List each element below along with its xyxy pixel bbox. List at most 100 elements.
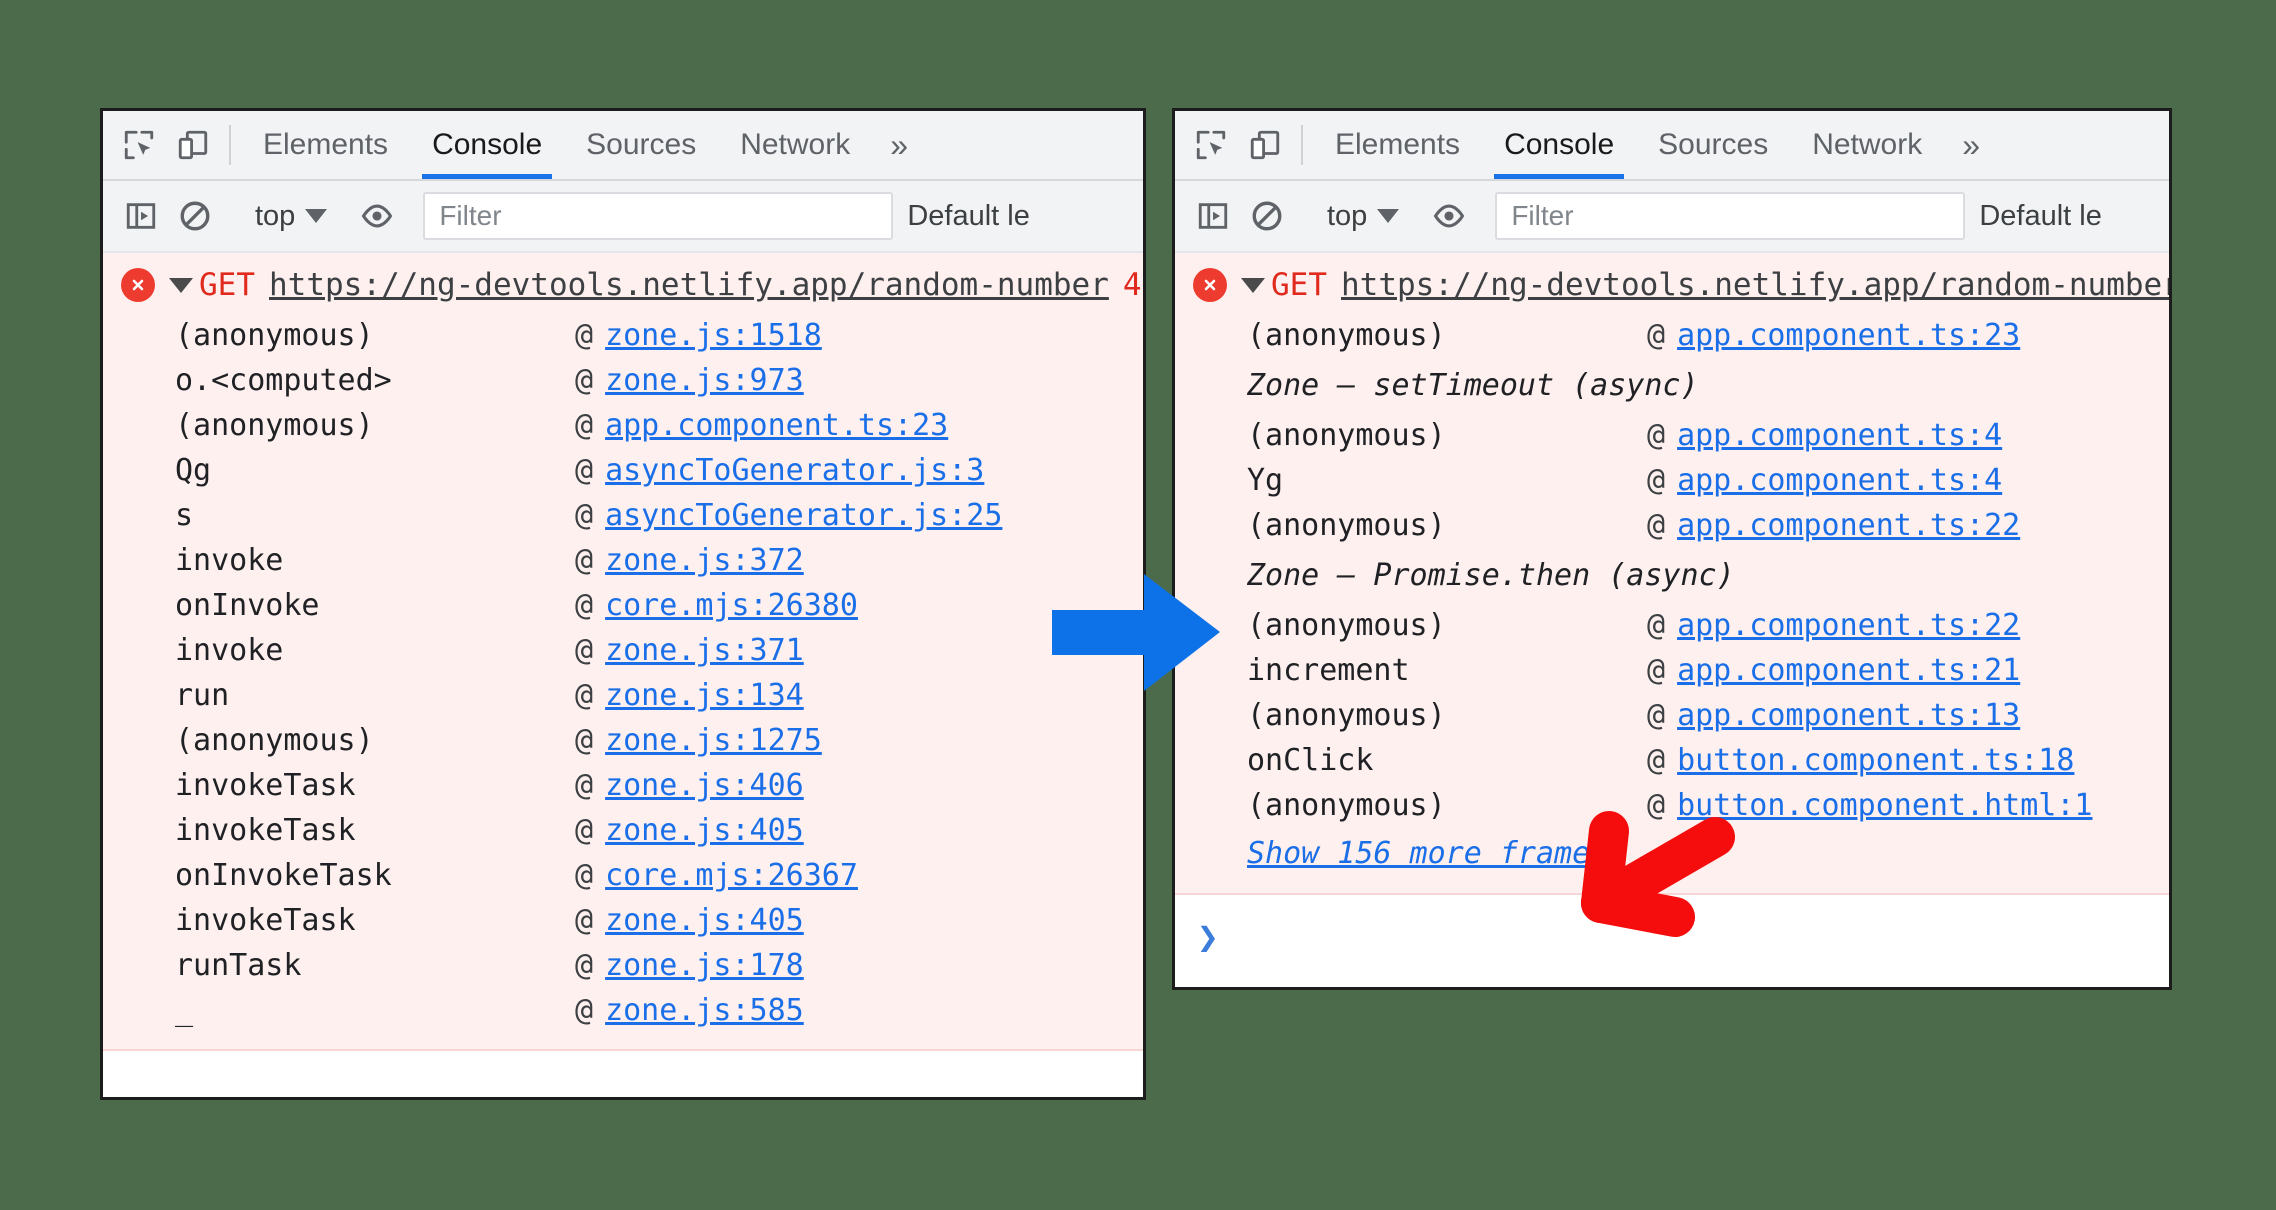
stack-frame: (anonymous) @ zone.js:1518	[103, 313, 1143, 358]
disclosure-triangle-icon[interactable]	[169, 277, 193, 293]
frame-source-link[interactable]: zone.js:1518	[605, 318, 822, 353]
frame-source-link[interactable]: zone.js:585	[605, 993, 804, 1028]
filter-input[interactable]: Filter	[1495, 192, 1966, 240]
frame-source-link[interactable]: app.component.ts:22	[1677, 508, 2020, 543]
stack-frame: invokeTask @ zone.js:405	[103, 808, 1143, 853]
frame-source-link[interactable]: zone.js:405	[605, 813, 804, 848]
filter-placeholder: Filter	[439, 200, 502, 231]
tab-elements[interactable]: Elements	[1313, 111, 1482, 179]
frame-at-separator: @	[1647, 418, 1666, 453]
status-code: 404	[1122, 267, 1143, 303]
show-more-frames-row: Show 156 more frames	[1175, 828, 2169, 877]
frame-at-separator: @	[1647, 318, 1666, 353]
filter-input[interactable]: Filter	[423, 192, 894, 240]
show-console-sidebar-icon[interactable]	[1191, 194, 1235, 238]
device-toolbar-icon[interactable]	[1245, 125, 1285, 165]
console-filterbar-right: top Filter Default le	[1175, 181, 2169, 253]
panel-content-right: Elements Console Sources Network » top F…	[1175, 111, 2169, 979]
frame-function-name: invokeTask	[175, 903, 356, 938]
tab-network[interactable]: Network	[718, 111, 872, 179]
frame-source-link[interactable]: asyncToGenerator.js:3	[605, 453, 984, 488]
frame-at-separator: @	[575, 678, 594, 713]
frame-at-separator: @	[1647, 698, 1666, 733]
stack-frame: runTask @ zone.js:178	[103, 943, 1143, 988]
frame-source-link[interactable]: zone.js:178	[605, 948, 804, 983]
panel-content-left: Elements Console Sources Network » top F…	[103, 111, 1143, 1051]
frame-source-link[interactable]: button.component.ts:18	[1677, 743, 2074, 778]
frame-source-link[interactable]: app.component.ts:13	[1677, 698, 2020, 733]
frame-source-link[interactable]: app.component.ts:4	[1677, 418, 2002, 453]
frame-source-link[interactable]: zone.js:372	[605, 543, 804, 578]
stack-frame: run @ zone.js:134	[103, 673, 1143, 718]
stack-frame: increment @ app.component.ts:21	[1175, 648, 2169, 693]
frame-function-name: onClick	[1247, 743, 1374, 778]
tabbar-icon-group	[103, 111, 219, 179]
frame-source-link[interactable]: zone.js:973	[605, 363, 804, 398]
frame-source-link[interactable]: app.component.ts:21	[1677, 653, 2020, 688]
frame-source-link[interactable]: app.component.ts:4	[1677, 463, 2002, 498]
frame-source-link[interactable]: zone.js:371	[605, 633, 804, 668]
frame-source-link[interactable]: asyncToGenerator.js:25	[605, 498, 1002, 533]
tab-elements[interactable]: Elements	[241, 111, 410, 179]
error-header-left[interactable]: GET https://ng-devtools.netlify.app/rand…	[103, 253, 1143, 313]
frame-function-name: (anonymous)	[1247, 318, 1446, 353]
tab-console[interactable]: Console	[410, 111, 564, 179]
tab-console[interactable]: Console	[1482, 111, 1636, 179]
devtools-tabbar-right: Elements Console Sources Network »	[1175, 111, 2169, 181]
inspect-element-icon[interactable]	[119, 125, 159, 165]
log-level-selector[interactable]: Default le	[1979, 200, 2102, 233]
frame-source-link[interactable]: zone.js:134	[605, 678, 804, 713]
inspect-element-icon[interactable]	[1191, 125, 1231, 165]
frame-function-name: (anonymous)	[175, 318, 374, 353]
frame-source-link[interactable]: app.component.ts:23	[605, 408, 948, 443]
frame-source-link[interactable]: zone.js:406	[605, 768, 804, 803]
tabbar-divider	[1301, 125, 1303, 165]
frame-at-separator: @	[575, 633, 594, 668]
execution-context-label: top	[1327, 199, 1368, 232]
more-tabs-icon[interactable]: »	[1944, 111, 1998, 179]
frame-source-link[interactable]: zone.js:1275	[605, 723, 822, 758]
frame-function-name: (anonymous)	[1247, 418, 1446, 453]
filter-placeholder: Filter	[1511, 200, 1574, 231]
log-level-selector[interactable]: Default le	[907, 200, 1030, 233]
frame-source-link[interactable]: core.mjs:26380	[605, 588, 858, 623]
frame-function-name: invoke	[175, 543, 284, 578]
show-console-sidebar-icon[interactable]	[119, 194, 163, 238]
frame-source-link[interactable]: app.component.ts:23	[1677, 318, 2020, 353]
live-expression-icon[interactable]	[1427, 194, 1471, 238]
tab-network[interactable]: Network	[1790, 111, 1944, 179]
clear-console-icon[interactable]	[1245, 194, 1289, 238]
frame-at-separator: @	[575, 993, 594, 1028]
stack-frame: onInvokeTask @ core.mjs:26367	[103, 853, 1143, 898]
frame-source-link[interactable]: core.mjs:26367	[605, 858, 858, 893]
frame-function-name: increment	[1247, 653, 1410, 688]
frame-source-link[interactable]: zone.js:405	[605, 903, 804, 938]
request-url[interactable]: https://ng-devtools.netlify.app/random-n…	[1341, 267, 2169, 303]
frame-at-separator: @	[575, 498, 594, 533]
frame-source-link[interactable]: button.component.html:1	[1677, 788, 2092, 823]
stack-frame: onClick @ button.component.ts:18	[1175, 738, 2169, 783]
frame-at-separator: @	[575, 858, 594, 893]
disclosure-triangle-icon[interactable]	[1241, 277, 1265, 293]
console-prompt-row[interactable]: ❯	[1175, 895, 2169, 979]
request-url[interactable]: https://ng-devtools.netlify.app/random-n…	[269, 267, 1109, 303]
clear-console-icon[interactable]	[173, 194, 217, 238]
tab-sources[interactable]: Sources	[564, 111, 718, 179]
execution-context-selector[interactable]: top	[1321, 200, 1405, 233]
tabbar-icon-group-right	[1175, 111, 1291, 179]
show-more-frames-link[interactable]: Show 156 more frames	[1175, 828, 1608, 877]
tab-sources[interactable]: Sources	[1636, 111, 1790, 179]
device-toolbar-icon[interactable]	[173, 125, 213, 165]
chevron-down-icon	[1377, 209, 1400, 223]
frame-source-link[interactable]: app.component.ts:22	[1677, 608, 2020, 643]
frame-at-separator: @	[575, 723, 594, 758]
error-icon	[1193, 268, 1227, 302]
frame-function-name: o.<computed>	[175, 363, 392, 398]
execution-context-selector[interactable]: top	[249, 200, 333, 233]
error-icon	[121, 268, 155, 302]
more-tabs-icon[interactable]: »	[872, 111, 926, 179]
live-expression-icon[interactable]	[355, 194, 399, 238]
error-header-right[interactable]: GET https://ng-devtools.netlify.app/rand…	[1175, 253, 2169, 313]
frame-function-name: runTask	[175, 948, 302, 983]
stack-frame: invoke @ zone.js:372	[103, 538, 1143, 583]
